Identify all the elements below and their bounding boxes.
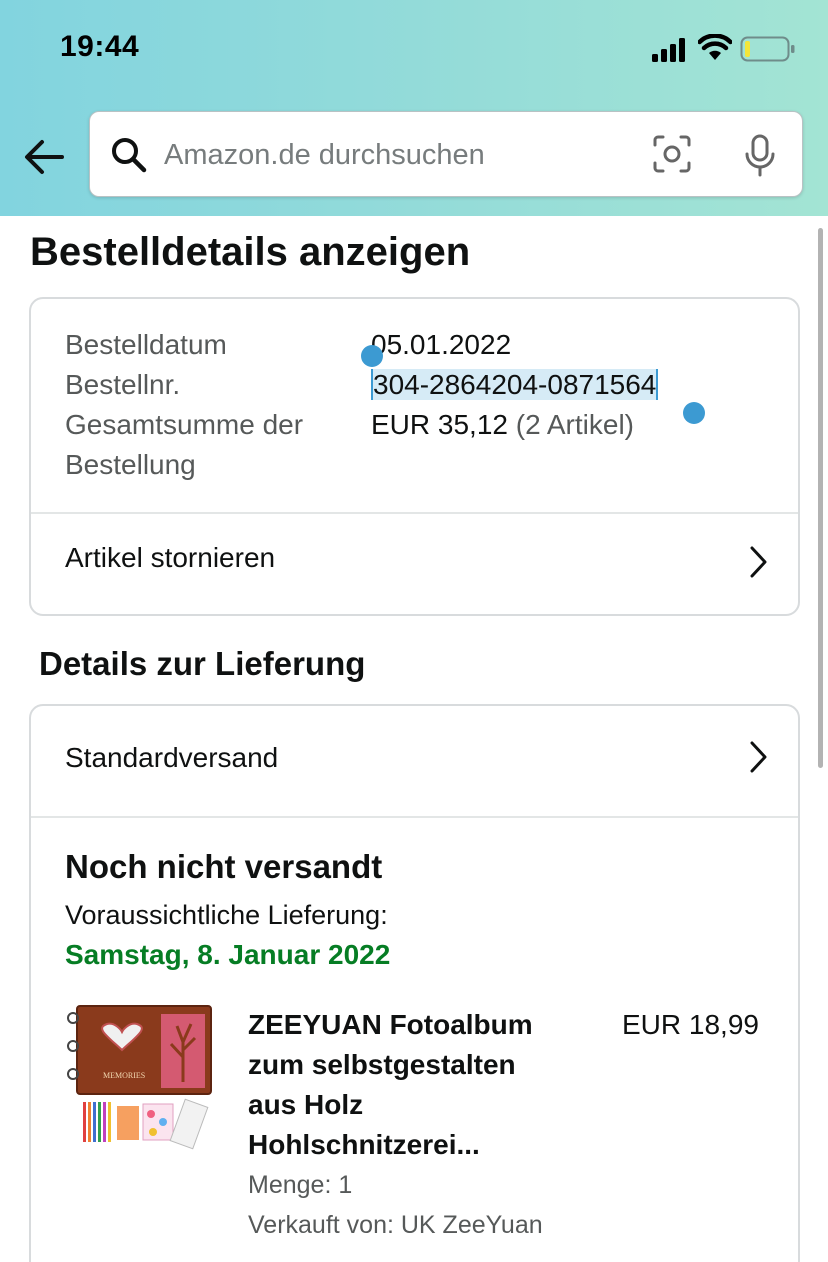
chevron-right-icon	[750, 741, 767, 773]
product-seller: Verkauft von: UK ZeeYuan	[248, 1211, 543, 1239]
search-input[interactable]	[164, 130, 604, 180]
page-title: Bestelldetails anzeigen	[30, 230, 471, 274]
battery-icon	[740, 36, 795, 62]
delivery-card: Standardversand Noch nicht versandt Vora…	[29, 704, 800, 1262]
estimated-delivery-date: Samstag, 8. Januar 2022	[65, 939, 391, 970]
product-title-link[interactable]: ZEEYUAN Fotoalbum zum selbstgestalten au…	[248, 1005, 568, 1165]
order-date-label: Bestelldatum	[65, 329, 227, 360]
estimated-delivery-label: Voraussichtliche Lieferung:	[65, 900, 388, 930]
delivery-section-title: Details zur Lieferung	[39, 645, 366, 682]
status-time: 19:44	[60, 30, 140, 63]
order-total-amount: EUR 35,12	[371, 409, 508, 440]
order-total-value: EUR 35,12 (2 Artikel)	[371, 405, 634, 445]
product-price: EUR 18,99	[622, 1009, 759, 1040]
order-details-screen: 19:44 Amazon.de durchsuchen Bestelldetai…	[0, 0, 828, 1262]
header: 19:44	[0, 0, 828, 216]
order-summary-card: Bestelldatum 05.01.2022 Bestellnr. 304-2…	[29, 297, 800, 616]
microphone-icon[interactable]	[742, 134, 778, 178]
wifi-icon	[698, 34, 732, 60]
order-total-label: Gesamtsumme der Bestellung	[65, 409, 304, 480]
shipment-status: Noch nicht versandt	[65, 848, 383, 885]
shipping-method-row[interactable]: Standardversand	[31, 706, 798, 806]
product-quantity: Menge: 1	[248, 1171, 353, 1199]
search-icon	[112, 138, 147, 173]
order-number-label: Bestellnr.	[65, 369, 181, 400]
product-image[interactable]: MEMORIES	[67, 1002, 215, 1152]
shipping-method-label: Standardversand	[65, 742, 279, 773]
selection-start-handle[interactable]	[361, 345, 383, 367]
divider	[31, 816, 798, 818]
cancel-items-label: Artikel stornieren	[65, 542, 276, 573]
cancel-items-row[interactable]: Artikel stornieren	[31, 514, 798, 614]
order-number-value[interactable]: 304-2864204-0871564	[371, 365, 659, 405]
selected-order-number[interactable]: 304-2864204-0871564	[371, 369, 659, 400]
cellular-signal-icon	[652, 38, 685, 62]
product-image-caption: MEMORIES	[103, 1071, 145, 1080]
selection-end-handle[interactable]	[683, 402, 705, 424]
chevron-right-icon	[750, 546, 767, 578]
order-date-value: 05.01.2022	[371, 329, 512, 360]
scrollbar[interactable]	[818, 228, 823, 768]
order-item-count: (2 Artikel)	[515, 409, 634, 440]
search-bar[interactable]	[89, 111, 803, 197]
camera-scan-icon[interactable]	[652, 134, 692, 174]
accessory-pens	[83, 1102, 111, 1142]
back-arrow-icon[interactable]	[22, 134, 68, 180]
